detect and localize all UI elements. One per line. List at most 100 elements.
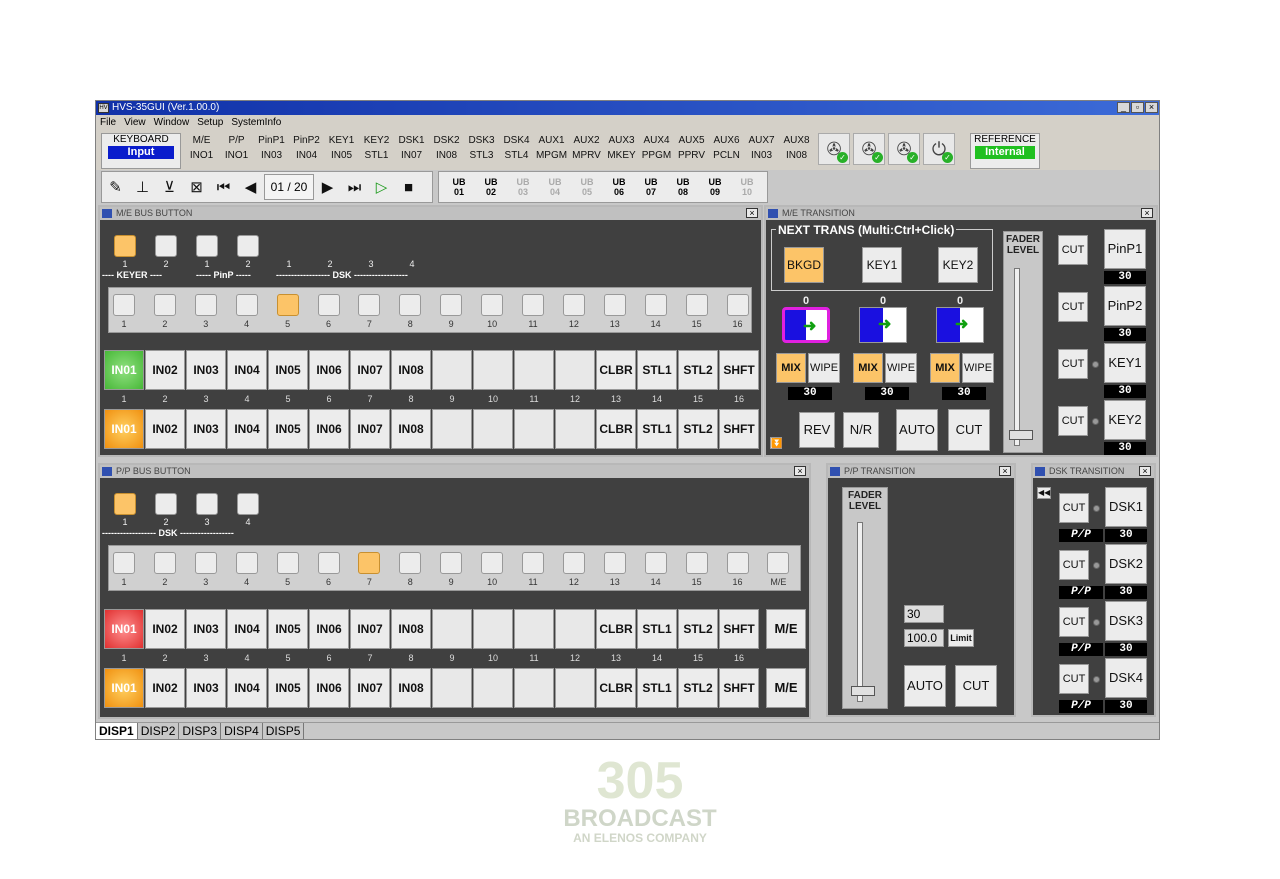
pp-fader-handle[interactable]	[851, 686, 875, 696]
bus-button-empty[interactable]	[432, 409, 472, 449]
bus-button-stl1[interactable]: STL1	[637, 350, 677, 390]
user-buffer-button[interactable]: UB 01	[443, 177, 475, 197]
limit-button[interactable]: Limit	[948, 629, 974, 647]
bus-button-in01[interactable]: IN01	[104, 409, 144, 449]
bus-button-in02[interactable]: IN02	[145, 409, 185, 449]
crosspoint-button[interactable]	[685, 552, 708, 574]
crosspoint-button[interactable]	[562, 552, 585, 574]
bus-column[interactable]: PinP1 IN03	[254, 133, 289, 169]
stop-icon[interactable]: ■	[395, 179, 422, 196]
crosspoint-button[interactable]	[153, 294, 176, 316]
maximize-button[interactable]: ▫	[1131, 102, 1144, 113]
bus-column[interactable]: KEY1 IN05	[324, 133, 359, 169]
pp-rate-field[interactable]: 30	[904, 605, 944, 623]
bus-button-empty[interactable]	[514, 409, 554, 449]
bus-button-clbr[interactable]: CLBR	[596, 350, 636, 390]
close-icon[interactable]: ×	[1139, 466, 1151, 476]
wipe-pattern-preview[interactable]: ➜	[936, 307, 984, 343]
key-button[interactable]: PinP1	[1104, 229, 1146, 269]
insert-icon[interactable]: ⊥	[129, 178, 156, 196]
crosspoint-button[interactable]	[481, 294, 504, 316]
user-buffer-button[interactable]: UB 02	[475, 177, 507, 197]
dsk-button[interactable]: DSK2	[1105, 544, 1147, 584]
crosspoint-button[interactable]	[603, 294, 626, 316]
bus-button-empty[interactable]	[555, 668, 595, 708]
play-icon[interactable]: ▷	[368, 178, 395, 196]
keyboard-status[interactable]: KEYBOARD Input	[101, 133, 181, 169]
crosspoint-button[interactable]	[317, 552, 340, 574]
bus-button-in05[interactable]: IN05	[268, 350, 308, 390]
menu-setup[interactable]: Setup	[193, 115, 227, 130]
user-buffer-button[interactable]: UB 03	[507, 177, 539, 197]
crosspoint-button[interactable]	[522, 552, 544, 574]
me-auto-button[interactable]: AUTO	[896, 409, 938, 451]
bus-button-in04[interactable]: IN04	[227, 350, 267, 390]
bus-column[interactable]: PinP2 IN04	[289, 133, 324, 169]
delete-icon[interactable]: ⊠	[183, 178, 210, 196]
mix-button[interactable]: MIX	[853, 353, 883, 383]
bus-column[interactable]: AUX2 MPRV	[569, 133, 604, 169]
bus-button-in02[interactable]: IN02	[145, 350, 185, 390]
bus-button-empty[interactable]	[473, 350, 513, 390]
user-buffer-button[interactable]: UB 05	[571, 177, 603, 197]
keyer-select-button[interactable]	[237, 235, 259, 257]
mix-button[interactable]: MIX	[930, 353, 960, 383]
crosspoint-button[interactable]	[235, 294, 258, 316]
key-cut-button[interactable]: CUT	[1058, 349, 1088, 379]
key1-next-button[interactable]: KEY1	[862, 247, 902, 283]
crosspoint-button[interactable]	[603, 552, 626, 574]
user-buffer-button[interactable]: UB 08	[667, 177, 699, 197]
keyer-select-button[interactable]	[196, 493, 218, 515]
dsk-rate[interactable]: 30	[1105, 586, 1147, 599]
dsk-button[interactable]: DSK3	[1105, 601, 1147, 641]
dsk-cut-button[interactable]: CUT	[1059, 607, 1089, 637]
bus-button-in02[interactable]: IN02	[145, 609, 185, 649]
skip-start-icon[interactable]: ⏮	[210, 179, 237, 196]
bus-column[interactable]: DSK3 STL3	[464, 133, 499, 169]
bus-button-empty[interactable]	[432, 668, 472, 708]
bus-button-empty[interactable]	[555, 350, 595, 390]
crosspoint-button[interactable]	[235, 552, 258, 574]
dsk-cut-button[interactable]: CUT	[1059, 493, 1089, 523]
expand-icon[interactable]: ⏬	[770, 437, 782, 449]
collapse-icon[interactable]: ◀◀	[1037, 487, 1051, 499]
crosspoint-button[interactable]	[153, 552, 176, 574]
bus-column[interactable]: DSK1 IN07	[394, 133, 429, 169]
bus-button-in03[interactable]: IN03	[186, 350, 226, 390]
dsk-button[interactable]: DSK4	[1105, 658, 1147, 698]
bus-button-in07[interactable]: IN07	[350, 409, 390, 449]
bus-button-in01[interactable]: IN01	[104, 350, 144, 390]
crosspoint-button[interactable]	[399, 552, 422, 574]
bus-button-stl1[interactable]: STL1	[637, 409, 677, 449]
bus-button-clbr[interactable]: CLBR	[596, 409, 636, 449]
bus-button-in03[interactable]: IN03	[186, 668, 226, 708]
key-rate[interactable]: 30	[1104, 328, 1146, 341]
keyer-select-button[interactable]	[155, 235, 177, 257]
bus-column[interactable]: KEY2 STL1	[359, 133, 394, 169]
menu-file[interactable]: File	[96, 115, 120, 130]
bus-button-empty[interactable]	[514, 668, 554, 708]
bus-button-in08[interactable]: IN08	[391, 668, 431, 708]
wipe-pattern-preview[interactable]: ➜	[859, 307, 907, 343]
bus-column[interactable]: AUX8 IN08	[779, 133, 814, 169]
crosspoint-button[interactable]	[685, 294, 708, 316]
bus-column[interactable]: AUX5 PPRV	[674, 133, 709, 169]
crosspoint-button[interactable]	[522, 294, 544, 316]
transition-rate[interactable]: 30	[865, 387, 909, 400]
bus-button-in02[interactable]: IN02	[145, 668, 185, 708]
nr-button[interactable]: N/R	[843, 412, 879, 448]
crosspoint-button[interactable]	[644, 552, 667, 574]
me-fader[interactable]: FADER LEVEL	[1003, 231, 1043, 453]
bus-column[interactable]: AUX1 MPGM	[534, 133, 569, 169]
crosspoint-button[interactable]	[726, 294, 749, 316]
close-icon[interactable]: ×	[1141, 208, 1153, 218]
bus-button-in01[interactable]: IN01	[104, 668, 144, 708]
bus-button-in08[interactable]: IN08	[391, 409, 431, 449]
bus-button-shft[interactable]: SHFT	[719, 350, 759, 390]
tab-disp4[interactable]: DISP4	[221, 723, 263, 739]
dsk-source[interactable]: P/P	[1059, 700, 1103, 713]
bus-button-shft[interactable]: SHFT	[719, 668, 759, 708]
close-icon[interactable]: ×	[794, 466, 806, 476]
bus-button-in07[interactable]: IN07	[350, 350, 390, 390]
bus-button-in05[interactable]: IN05	[268, 668, 308, 708]
